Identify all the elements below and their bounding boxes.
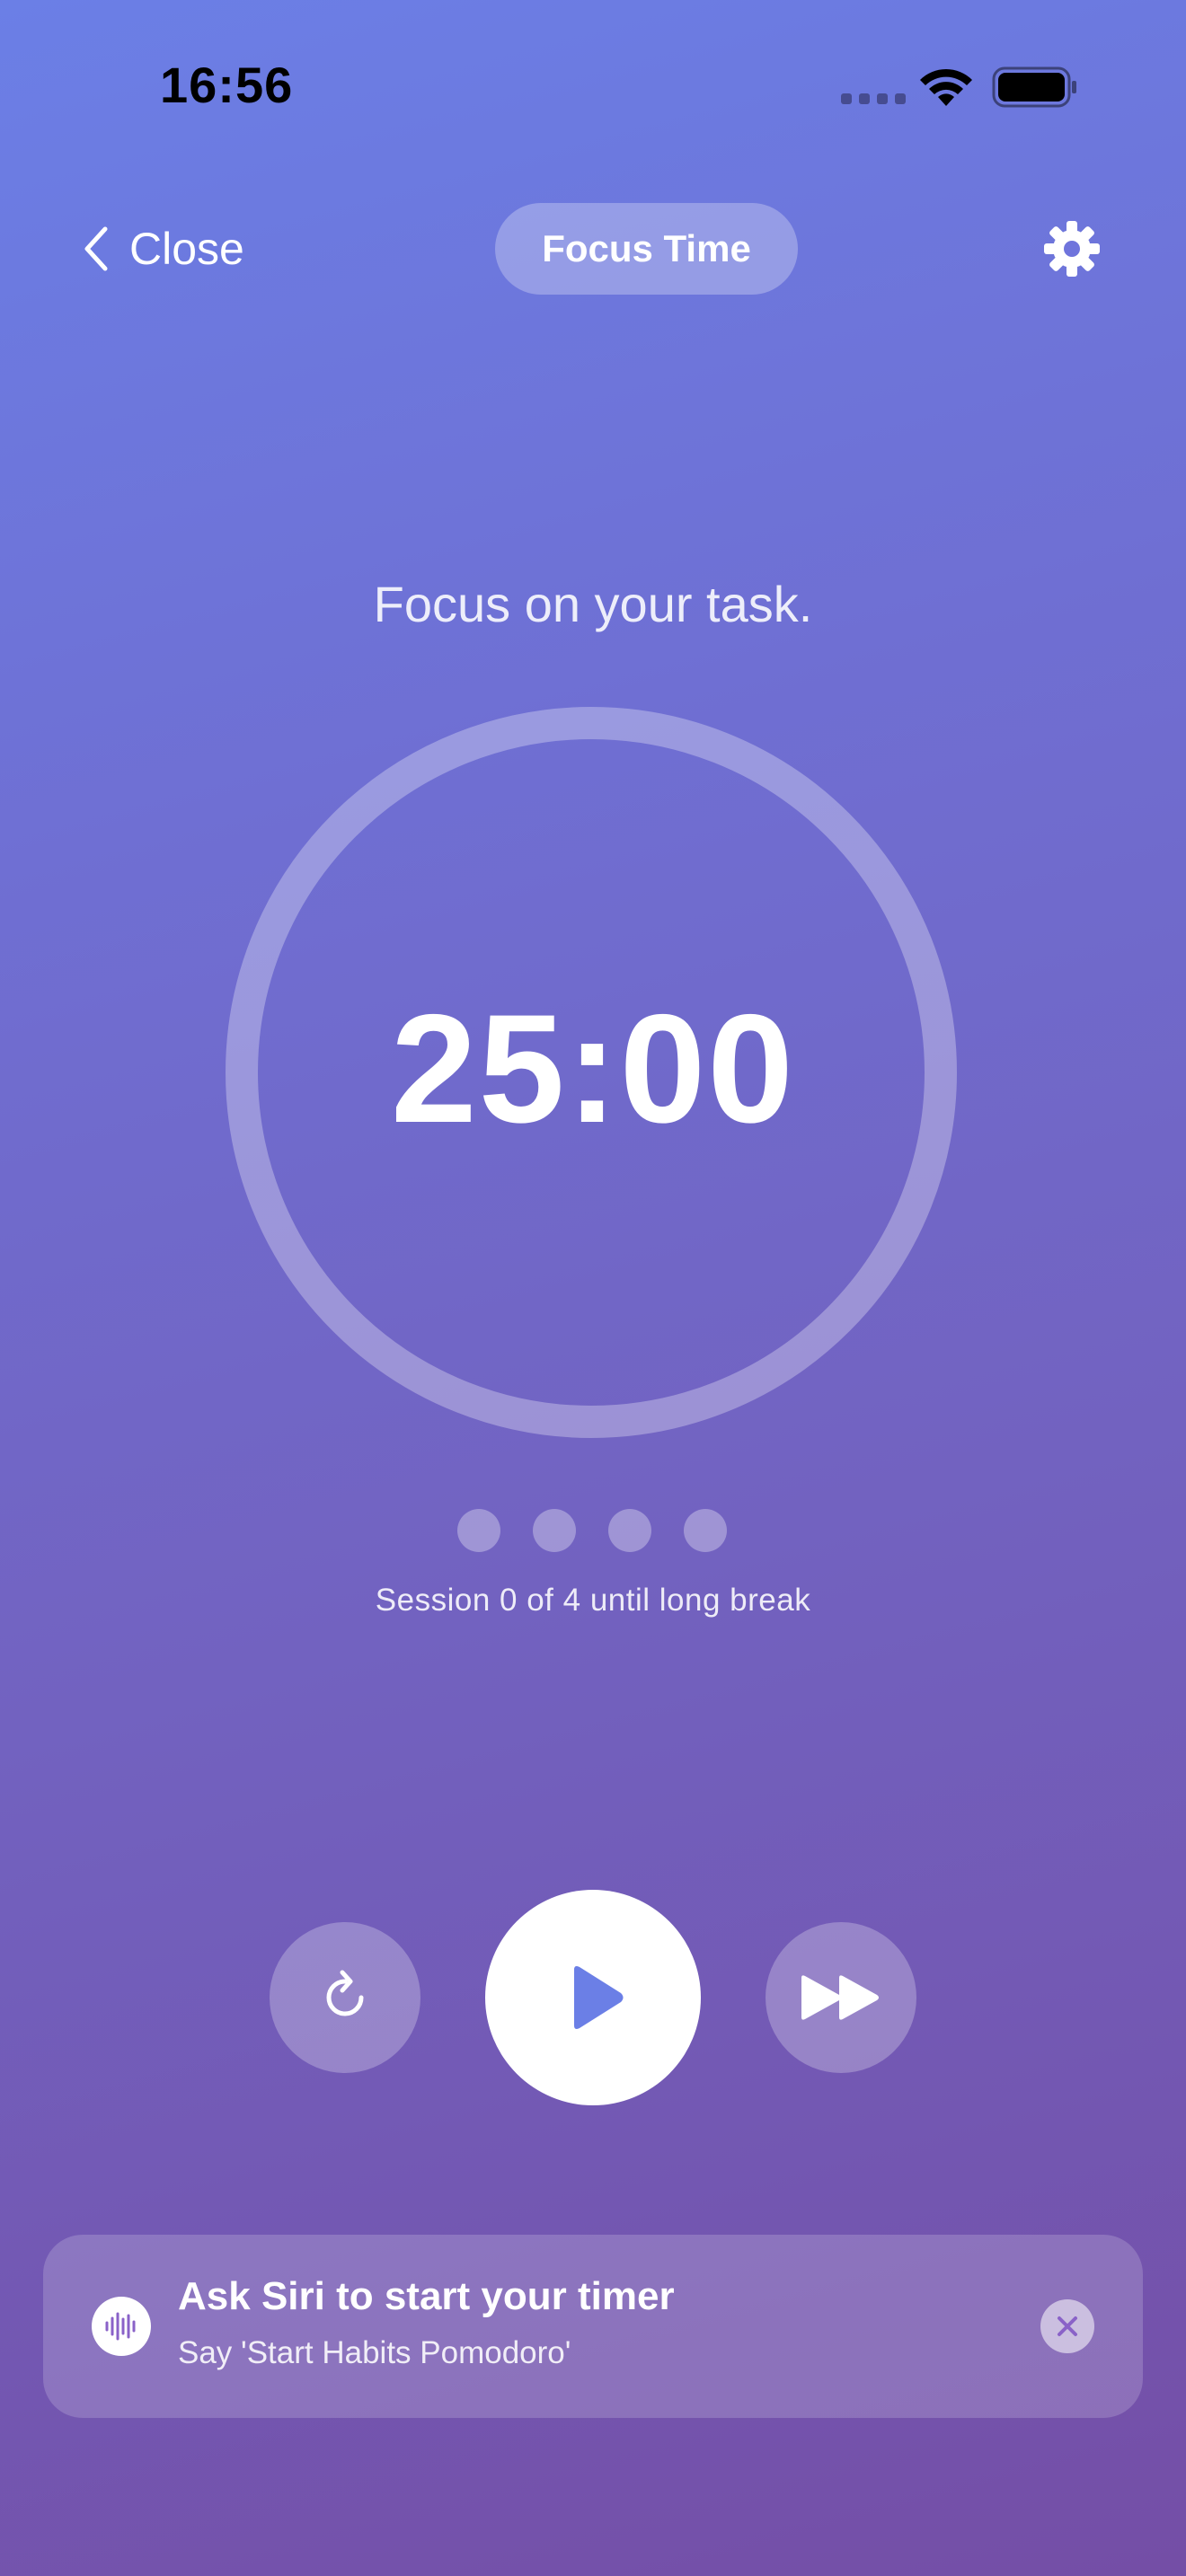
session-label: Session 0 of 4 until long break <box>375 1583 811 1618</box>
siri-banner-dismiss-button[interactable] <box>1040 2299 1094 2353</box>
reset-icon <box>326 1970 364 2016</box>
close-button[interactable]: Close <box>83 216 244 282</box>
timer-display: 25:00 <box>391 983 795 1155</box>
chevron-left-icon <box>84 226 108 271</box>
play-icon <box>574 1966 624 2029</box>
siri-suggestion-banner[interactable]: Ask Siri to start your timer Say 'Start … <box>43 2235 1143 2418</box>
settings-button[interactable] <box>1042 219 1102 278</box>
reset-button[interactable] <box>270 1922 420 2073</box>
wifi-icon <box>920 68 972 106</box>
session-dot <box>608 1509 651 1552</box>
session-dot <box>533 1509 576 1552</box>
cellular-signal-icon <box>841 93 906 104</box>
siri-banner-title: Ask Siri to start your timer <box>178 2274 675 2318</box>
skip-forward-icon <box>801 1975 879 2020</box>
play-button[interactable] <box>485 1890 701 2105</box>
session-dot <box>684 1509 727 1552</box>
close-icon <box>1058 2316 1077 2336</box>
pomodoro-screen: 16:56 Close Focus Time Focus on your tas… <box>0 0 1186 2576</box>
session-dot <box>457 1509 500 1552</box>
status-bar: 16:56 <box>0 0 1186 171</box>
status-time: 16:56 <box>160 57 294 113</box>
gear-icon <box>1044 221 1100 277</box>
session-indicators <box>457 1509 727 1552</box>
close-label: Close <box>129 224 244 274</box>
siri-waveform-icon <box>92 2297 151 2356</box>
siri-banner-subtitle: Say 'Start Habits Pomodoro' <box>178 2335 571 2370</box>
focus-prompt: Focus on your task. <box>373 576 813 632</box>
battery-icon <box>992 66 1076 108</box>
mode-pill-focus-time[interactable]: Focus Time <box>495 203 798 295</box>
skip-forward-button[interactable] <box>766 1922 916 2073</box>
